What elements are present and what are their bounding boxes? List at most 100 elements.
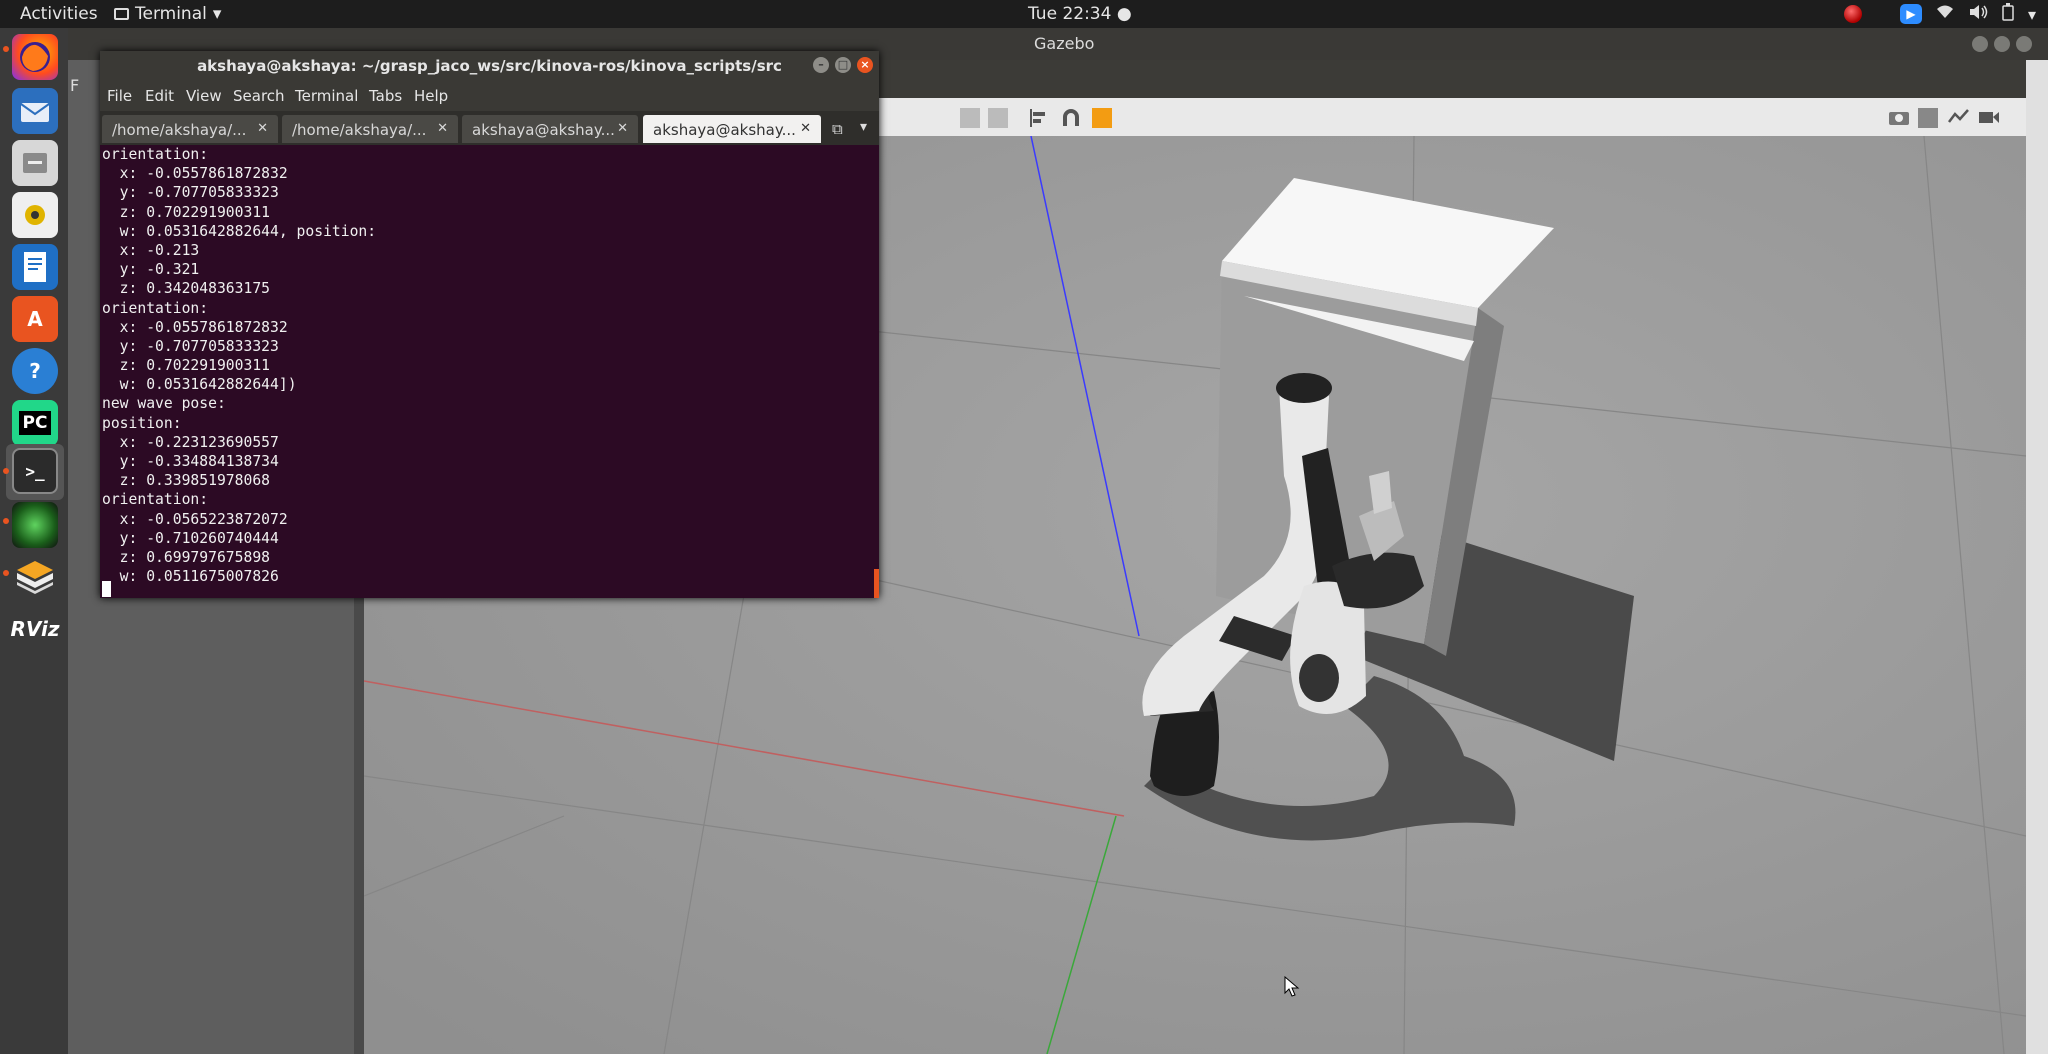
top-bar: Activities Terminal ▾ Tue 22:34 ● ▶ ▾ — [0, 0, 2048, 28]
close-button[interactable]: × — [857, 57, 873, 73]
running-indicator — [3, 518, 9, 524]
menu-view[interactable]: View — [186, 87, 222, 105]
terminal-line: orientation: — [102, 146, 209, 163]
close-tab-icon[interactable]: ✕ — [437, 121, 448, 136]
terminal-line: z: 0.339851978068 — [102, 472, 271, 490]
menu-terminal[interactable]: Terminal — [295, 87, 358, 105]
firefox-icon[interactable] — [12, 34, 58, 80]
mouse-cursor — [1284, 975, 1300, 1002]
terminal-line: z: 0.702291900311 — [102, 203, 271, 221]
close-tab-icon[interactable]: ✕ — [257, 121, 268, 136]
terminal-line: y: -0.334884138734 — [102, 453, 279, 470]
terminal-scrollbar[interactable] — [874, 569, 879, 598]
tab-label: /home/akshaya/... — [112, 121, 247, 139]
maximize-button[interactable]: □ — [835, 57, 851, 73]
writer-icon[interactable] — [12, 244, 58, 290]
running-indicator — [3, 46, 9, 52]
terminal-titlebar[interactable]: akshaya@akshaya: ~/grasp_jaco_ws/src/kin… — [100, 51, 879, 81]
tab-label: akshaya@akshay... — [472, 121, 615, 139]
software-icon[interactable]: A — [12, 296, 58, 342]
chevron-down-icon: ▾ — [212, 4, 222, 24]
terminal-tab-active[interactable]: akshaya@akshay... ✕ — [643, 115, 821, 143]
running-indicator — [3, 468, 9, 474]
terminal-line: x: -0.0557861872832 — [102, 318, 288, 336]
tab-list-chevron-icon[interactable]: ▾ — [860, 119, 867, 135]
plot-icon[interactable] — [1948, 108, 1969, 128]
maximize-button[interactable] — [1994, 36, 2010, 52]
align-icon[interactable] — [1028, 108, 1048, 128]
system-menu-chevron-icon[interactable]: ▾ — [2028, 5, 2036, 24]
close-button[interactable] — [2016, 36, 2032, 52]
close-tab-icon[interactable]: ✕ — [800, 121, 811, 136]
terminal-tab[interactable]: /home/akshaya/... ✕ — [102, 115, 278, 143]
rhythmbox-icon[interactable] — [12, 192, 58, 238]
blocks-icon[interactable] — [12, 554, 58, 600]
view-angle-icon[interactable] — [1092, 108, 1112, 128]
minimize-button[interactable] — [1972, 36, 1988, 52]
menu-help[interactable]: Help — [414, 87, 448, 105]
menu-search[interactable]: Search — [233, 87, 285, 105]
system-tray[interactable]: ▶ ▾ — [1843, 3, 2036, 25]
rviz-icon[interactable]: RViz — [10, 606, 60, 652]
menu-file[interactable]: File — [107, 87, 132, 105]
window-controls[interactable]: – □ × — [813, 57, 873, 73]
log-icon[interactable] — [1918, 108, 1938, 128]
terminal-line: w: 0.0531642882644]) — [102, 376, 297, 394]
terminal-tab[interactable]: akshaya@akshay... ✕ — [462, 115, 638, 143]
terminal-output[interactable]: orientation: x: -0.0557861872832 y: -0.7… — [100, 145, 879, 598]
gazebo-title: Gazebo — [1034, 34, 1095, 53]
menu-edit[interactable]: Edit — [145, 87, 174, 105]
terminal-line: x: -0.0557861872832 — [102, 165, 288, 183]
tab-label: akshaya@akshay... — [653, 121, 796, 139]
terminal-cursor — [102, 581, 111, 597]
terminal-line: y: -0.707705833323 — [102, 184, 279, 202]
gazebo-file-menu[interactable]: F — [70, 76, 79, 95]
dock: A ? PC >_ RViz — [0, 28, 68, 1054]
window-controls[interactable] — [1972, 36, 2032, 52]
minimize-button[interactable]: – — [813, 57, 829, 73]
zoom-icon[interactable]: ▶ — [1899, 4, 1922, 24]
terminal-icon[interactable]: >_ — [12, 448, 58, 494]
terminal-line: orientation: — [102, 491, 209, 509]
new-tab-icon[interactable]: ⧉ — [832, 120, 843, 138]
video-record-icon[interactable] — [1978, 108, 1999, 128]
clock[interactable]: Tue 22:34 ● — [1028, 4, 1132, 24]
app-menu-label: Terminal — [135, 4, 207, 24]
app-menu[interactable]: Terminal ▾ — [114, 4, 221, 24]
terminal-line: x: -0.223123690557 — [102, 433, 279, 451]
thunderbird-icon[interactable] — [12, 88, 58, 134]
terminal-line: orientation: — [102, 299, 209, 317]
menu-tabs[interactable]: Tabs — [369, 87, 402, 105]
battery-icon[interactable] — [2002, 3, 2014, 25]
files-icon[interactable] — [12, 140, 58, 186]
activities-button[interactable]: Activities — [20, 4, 98, 24]
terminal-tab-bar: /home/akshaya/... ✕ /home/akshaya/... ✕ ak… — [100, 111, 879, 145]
terminal-window[interactable]: akshaya@akshaya: ~/grasp_jaco_ws/src/kin… — [100, 51, 879, 598]
terminal-line: y: -0.321 — [102, 261, 200, 279]
magnet-icon[interactable] — [1060, 108, 1080, 128]
terminal-line: w: 0.0531642882644, position: — [102, 222, 377, 240]
running-indicator — [3, 570, 9, 576]
screenshot-icon[interactable] — [1888, 108, 1909, 128]
terminal-line: position: — [102, 414, 182, 432]
terminal-line: z: 0.702291900311 — [102, 357, 271, 375]
close-tab-icon[interactable]: ✕ — [617, 121, 628, 136]
terminal-line: y: -0.710260740444 — [102, 529, 279, 547]
wifi-icon[interactable] — [1936, 4, 1954, 24]
copy-icon[interactable] — [960, 108, 980, 128]
camera-icon[interactable] — [12, 502, 58, 548]
terminal-line: y: -0.707705833323 — [102, 337, 279, 355]
volume-icon[interactable] — [1968, 4, 1988, 24]
paste-icon[interactable] — [988, 108, 1008, 128]
gazebo-right-panel-handle[interactable] — [2026, 60, 2048, 1054]
pycharm-icon[interactable]: PC — [12, 400, 58, 446]
terminal-line: x: -0.0565223872072 — [102, 510, 288, 528]
terminal-tab[interactable]: /home/akshaya/... ✕ — [282, 115, 458, 143]
terminal-title: akshaya@akshaya: ~/grasp_jaco_ws/src/kin… — [197, 57, 782, 75]
tab-label: /home/akshaya/... — [292, 121, 427, 139]
terminal-line: z: 0.342048363175 — [102, 280, 271, 298]
terminal-small-icon — [114, 8, 129, 20]
terminal-line: z: 0.699797675898 — [102, 548, 271, 566]
help-icon[interactable]: ? — [12, 348, 58, 394]
record-indicator-icon[interactable] — [1843, 5, 1862, 23]
